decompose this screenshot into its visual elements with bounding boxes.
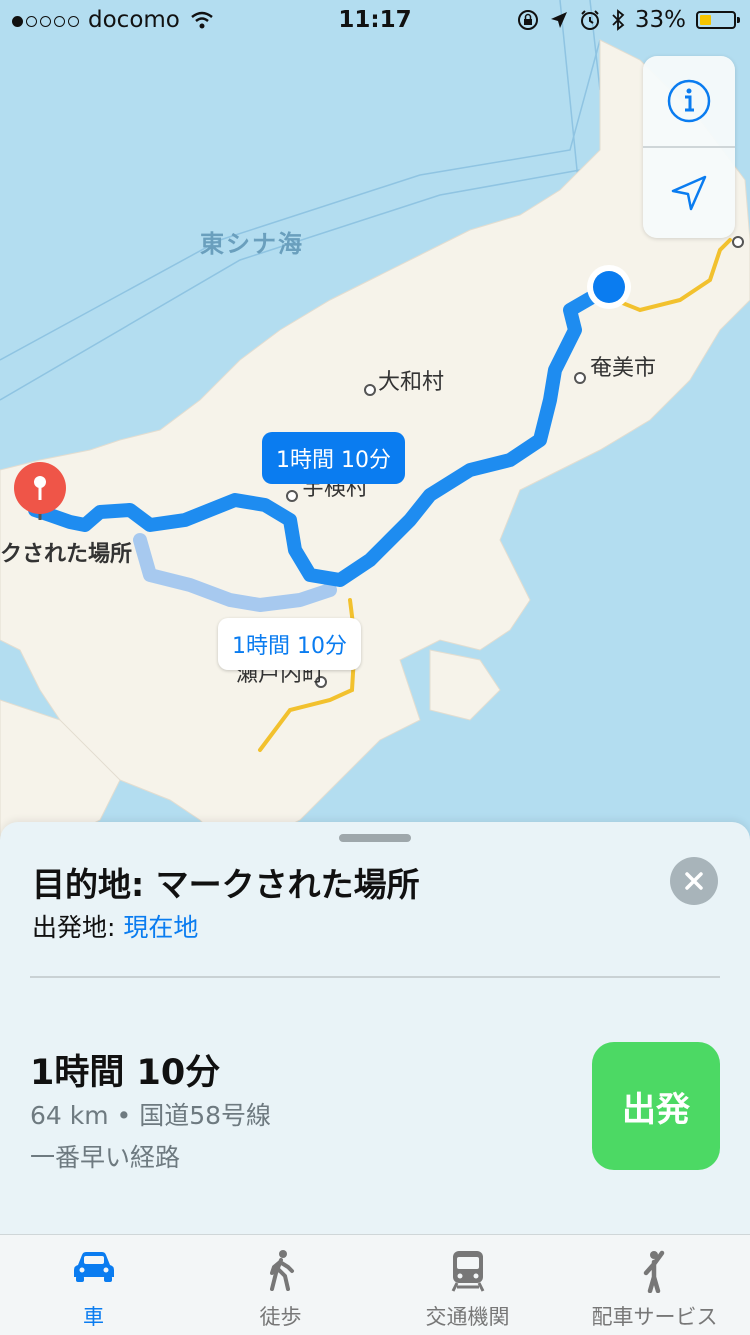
tab-walking[interactable]: 徒歩 <box>187 1235 374 1335</box>
origin-label: 出発地: <box>32 913 116 942</box>
tab-bar: 車 徒歩 交通機関 配車サービス <box>0 1234 750 1335</box>
destination-title: 目的地: マークされた場所 <box>32 865 420 904</box>
close-icon <box>685 872 703 890</box>
route-duration: 1時間 10分 <box>30 1053 221 1093</box>
place-label-village-1: 大和村 <box>378 370 445 395</box>
battery-icon <box>696 11 740 29</box>
go-button[interactable]: 出発 <box>592 1042 720 1170</box>
tab-label-ride-hail: 配車サービス <box>591 1305 718 1329</box>
marker-label: クされた場所 <box>0 542 133 567</box>
primary-route-callout[interactable]: 1時間 10分 <box>262 432 405 484</box>
ride-hail-icon <box>643 1250 664 1293</box>
divider <box>30 976 720 978</box>
close-button[interactable] <box>670 857 718 905</box>
car-icon <box>73 1252 114 1282</box>
status-bar: docomo 11:17 33% <box>0 0 750 40</box>
bluetooth-icon <box>612 9 625 31</box>
info-button[interactable] <box>643 56 735 146</box>
tab-ride-hail[interactable]: 配車サービス <box>561 1235 748 1335</box>
sheet-grabber[interactable] <box>339 834 411 842</box>
current-location-icon[interactable] <box>587 265 631 309</box>
directions-sheet: 目的地: マークされた場所 出発地: 現在地 1時間 10分 64 km • 国… <box>0 822 750 1234</box>
battery-percent: 33% <box>634 7 686 33</box>
alarm-icon <box>580 10 599 30</box>
current-location-button[interactable] <box>643 148 735 238</box>
location-services-icon <box>550 12 567 28</box>
tab-transit[interactable]: 交通機関 <box>374 1235 561 1335</box>
walking-icon <box>269 1250 294 1291</box>
alternate-route-callout[interactable]: 1時間 10分 <box>218 618 361 670</box>
train-icon <box>451 1251 484 1292</box>
info-icon <box>667 79 711 123</box>
tab-label-walking: 徒歩 <box>259 1305 302 1329</box>
rotation-lock-icon <box>517 10 538 30</box>
sea-label: 東シナ海 <box>200 230 304 258</box>
place-label-city: 奄美市 <box>590 356 657 381</box>
origin-row: 出発地: 現在地 <box>32 908 198 944</box>
route-distance-info: 64 km • 国道58号線 <box>30 1101 272 1130</box>
route-note: 一番早い経路 <box>30 1143 181 1172</box>
map-controls <box>643 56 735 238</box>
origin-link[interactable]: 現在地 <box>123 913 198 942</box>
tab-car[interactable]: 車 <box>0 1235 187 1335</box>
tab-label-car: 車 <box>83 1305 104 1329</box>
tab-label-transit: 交通機関 <box>425 1305 510 1329</box>
location-arrow-icon <box>671 175 707 211</box>
map-view[interactable]: 東シナ海 奄美市 大和村 宇検村 瀬戸内町 クされた場所 1時間 10分 1時間… <box>0 0 750 840</box>
